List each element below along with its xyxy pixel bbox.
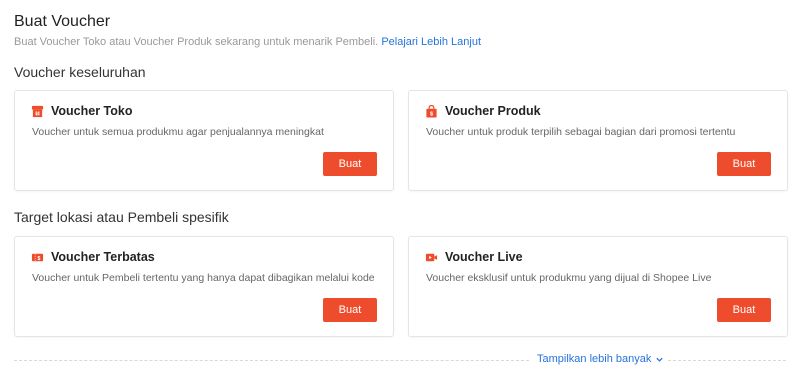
card-voucher-live: Voucher Live Voucher eksklusif untuk pro… [408,236,788,337]
card-voucher-terbatas: $ Voucher Terbatas Voucher untuk Pembeli… [14,236,394,337]
create-voucher-terbatas-button[interactable]: Buat [323,298,377,322]
card-title-label: Voucher Terbatas [51,250,155,264]
card-description: Voucher untuk produk terpilih sebagai ba… [426,126,736,138]
show-more-link[interactable]: Tampilkan lebih banyak [537,353,664,365]
live-video-icon [425,253,438,261]
card-description: Voucher eksklusif untuk produkmu yang di… [426,272,712,284]
card-voucher-produk: $ Voucher Produk Voucher untuk produk te… [408,90,788,191]
shop-icon: $ [31,105,44,117]
card-description: Voucher untuk Pembeli tertentu yang hany… [32,272,375,284]
learn-more-link[interactable]: Pelajari Lebih Lanjut [381,36,481,48]
create-voucher-live-button[interactable]: Buat [717,298,771,322]
divider-left [14,360,529,361]
subtitle-text: Buat Voucher Toko atau Voucher Produk se… [14,36,379,48]
coupon-icon: $ [31,253,44,261]
create-voucher-produk-button[interactable]: Buat [717,152,771,176]
svg-text:$: $ [37,255,40,261]
card-title-label: Voucher Live [445,250,523,264]
card-title-label: Voucher Toko [51,104,133,118]
section-title-targeted: Target lokasi atau Pembeli spesifik [14,209,229,225]
page-subtitle: Buat Voucher Toko atau Voucher Produk se… [14,36,481,48]
card-voucher-toko: $ Voucher Toko Voucher untuk semua produ… [14,90,394,191]
show-more-label: Tampilkan lebih banyak [537,353,652,365]
create-voucher-toko-button[interactable]: Buat [323,152,377,176]
divider-right [668,360,786,361]
card-title-label: Voucher Produk [445,104,541,118]
chevron-down-icon [656,357,664,362]
shopping-bag-icon: $ [426,104,437,117]
card-description: Voucher untuk semua produkmu agar penjua… [32,126,324,138]
section-title-overall: Voucher keseluruhan [14,64,146,80]
page-title: Buat Voucher [14,13,111,30]
